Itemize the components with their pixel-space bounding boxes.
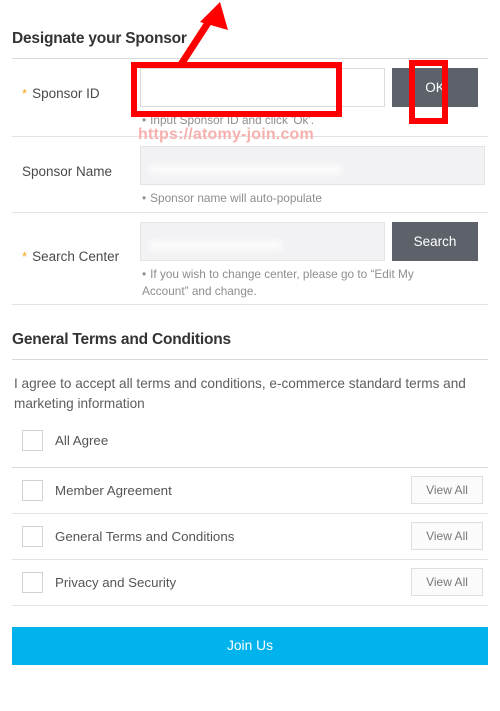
field-line-sponsor-id: OK (140, 68, 488, 107)
required-asterisk-icon: * (22, 248, 28, 264)
hint-bullet-icon: • (142, 267, 147, 281)
label-sponsor-name: Sponsor Name (12, 146, 140, 196)
sponsor-name-input (140, 146, 485, 185)
label-general-terms: General Terms and Conditions (55, 528, 235, 544)
sponsor-id-input[interactable] (140, 68, 385, 107)
field-line-sponsor-name (140, 146, 488, 185)
search-button[interactable]: Search (392, 222, 478, 261)
hint-bullet-icon: • (142, 191, 147, 205)
view-all-button-privacy-security[interactable]: View All (411, 568, 483, 597)
row-body-sponsor-id: OK • Input Sponsor ID and click 'Ok'. (140, 68, 488, 129)
hint-sponsor-name: • Sponsor name will auto-populate (140, 185, 462, 207)
hint-search-center: • If you wish to change center, please go… (140, 261, 462, 300)
terms-section-title: General Terms and Conditions (12, 331, 231, 348)
terms-row-privacy-security[interactable]: Privacy and Security View All (12, 560, 488, 606)
page-title: Designate your Sponsor (12, 30, 187, 47)
label-text-sponsor-id: Sponsor ID (32, 85, 100, 101)
row-body-search-center: Search • If you wish to change center, pl… (140, 222, 488, 300)
checkbox-member-agreement[interactable] (22, 479, 43, 501)
search-center-input[interactable] (140, 222, 385, 261)
join-us-button[interactable]: Join Us (12, 626, 488, 665)
row-body-sponsor-name: • Sponsor name will auto-populate (140, 146, 488, 207)
label-text-sponsor-name: Sponsor Name (22, 163, 113, 179)
hint-bullet-icon: • (142, 113, 147, 127)
hint-text-search-center: If you wish to change center, please go … (142, 267, 414, 299)
terms-row-general-terms[interactable]: General Terms and Conditions View All (12, 514, 488, 560)
sponsor-name-field-wrap (140, 146, 485, 185)
all-agree-row[interactable]: All Agree (12, 415, 488, 467)
label-privacy-security: Privacy and Security (55, 574, 177, 590)
checkbox-privacy-security[interactable] (22, 571, 43, 593)
view-all-button-member-agreement[interactable]: View All (411, 476, 483, 505)
view-all-button-general-terms[interactable]: View All (411, 522, 483, 551)
signup-page: Designate your Sponsor * Sponsor ID OK •… (0, 0, 500, 711)
hint-text-sponsor-name: Sponsor name will auto-populate (150, 191, 322, 205)
label-text-search-center: Search Center (32, 248, 120, 264)
search-center-field-wrap (140, 222, 385, 261)
all-agree-checkbox[interactable] (22, 430, 43, 452)
form-row-sponsor-name: Sponsor Name • Sponsor name will auto-pop… (12, 137, 488, 213)
terms-row-member-agreement[interactable]: Member Agreement View All (12, 468, 488, 514)
hint-text-sponsor-id: Input Sponsor ID and click 'Ok'. (150, 113, 314, 127)
label-sponsor-id: * Sponsor ID (12, 68, 140, 118)
label-search-center: * Search Center (12, 222, 140, 290)
all-agree-label: All Agree (55, 433, 109, 449)
form-row-search-center: * Search Center Search • If you wish to c… (12, 213, 488, 305)
ok-button[interactable]: OK (392, 68, 478, 107)
field-line-search-center: Search (140, 222, 488, 261)
form-row-sponsor-id: * Sponsor ID OK • Input Sponsor ID and cl… (12, 59, 488, 137)
required-asterisk-icon: * (22, 85, 28, 101)
label-member-agreement: Member Agreement (55, 482, 172, 498)
hint-sponsor-id: • Input Sponsor ID and click 'Ok'. (140, 107, 462, 129)
checkbox-general-terms[interactable] (22, 525, 43, 547)
terms-intro-text: I agree to accept all terms and conditio… (14, 376, 466, 412)
